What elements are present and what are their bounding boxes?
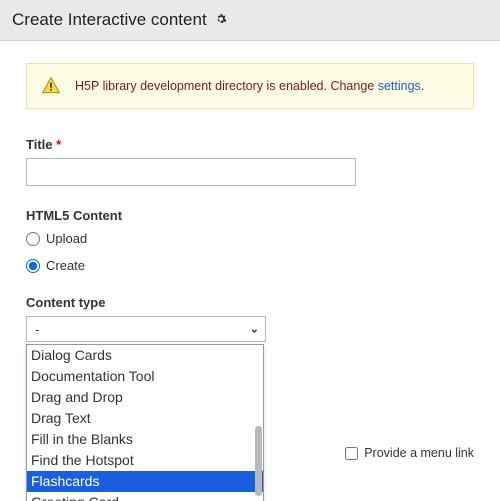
listbox-option[interactable]: Drag and Drop [27,387,263,408]
listbox-option[interactable]: Fill in the Blanks [27,429,263,450]
content-type-select-display[interactable]: - ⌄ [26,316,266,342]
radio-create-label: Create [46,258,85,273]
html5-content-label: HTML5 Content [26,208,474,223]
gear-icon[interactable] [215,13,227,28]
listbox-option[interactable]: Greeting Card [27,492,263,501]
listbox-option[interactable]: Drag Text [27,408,263,429]
content-type-select[interactable]: - ⌄ Dialog CardsDocumentation ToolDrag a… [26,316,266,342]
radio-upload[interactable]: Upload [26,231,474,246]
radio-create[interactable]: Create [26,258,474,273]
scrollbar-thumb[interactable] [255,426,262,496]
listbox-option[interactable]: Flashcards [27,471,263,492]
menu-link-field[interactable]: Provide a menu link [345,446,474,460]
menu-link-label: Provide a menu link [364,446,474,460]
content-type-field: Content type - ⌄ Dialog CardsDocumentati… [26,295,474,342]
status-message: H5P library development directory is ena… [26,63,474,109]
menu-link-checkbox[interactable] [345,447,358,460]
title-field: Title * [26,137,474,186]
radio-upload-label: Upload [46,231,87,246]
content-type-selected-value: - [35,322,39,337]
title-label: Title * [26,137,474,152]
notice-suffix: . [421,79,424,93]
form-content: H5P library development directory is ena… [0,41,500,342]
html5-content-field: HTML5 Content Upload Create [26,208,474,273]
listbox-option[interactable]: Find the Hotspot [27,450,263,471]
chevron-down-icon: ⌄ [250,323,259,336]
content-type-label: Content type [26,295,474,310]
html5-content-radios: Upload Create [26,231,474,273]
radio-create-input[interactable] [26,259,40,273]
required-marker: * [56,137,61,152]
title-input[interactable] [26,158,356,186]
page-header: Create Interactive content [0,0,500,41]
page-title-text: Create Interactive content [12,10,207,30]
page-title: Create Interactive content [12,10,227,30]
listbox-option[interactable]: Documentation Tool [27,366,263,387]
status-message-text: H5P library development directory is ena… [75,79,424,93]
warning-icon [41,76,61,96]
content-type-listbox[interactable]: Dialog CardsDocumentation ToolDrag and D… [26,344,264,501]
scrollbar-track[interactable] [254,346,262,501]
notice-text: H5P library development directory is ena… [75,79,378,93]
settings-link[interactable]: settings [378,79,421,93]
listbox-option[interactable]: Dialog Cards [27,345,263,366]
title-label-text: Title [26,137,53,152]
radio-upload-input[interactable] [26,232,40,246]
